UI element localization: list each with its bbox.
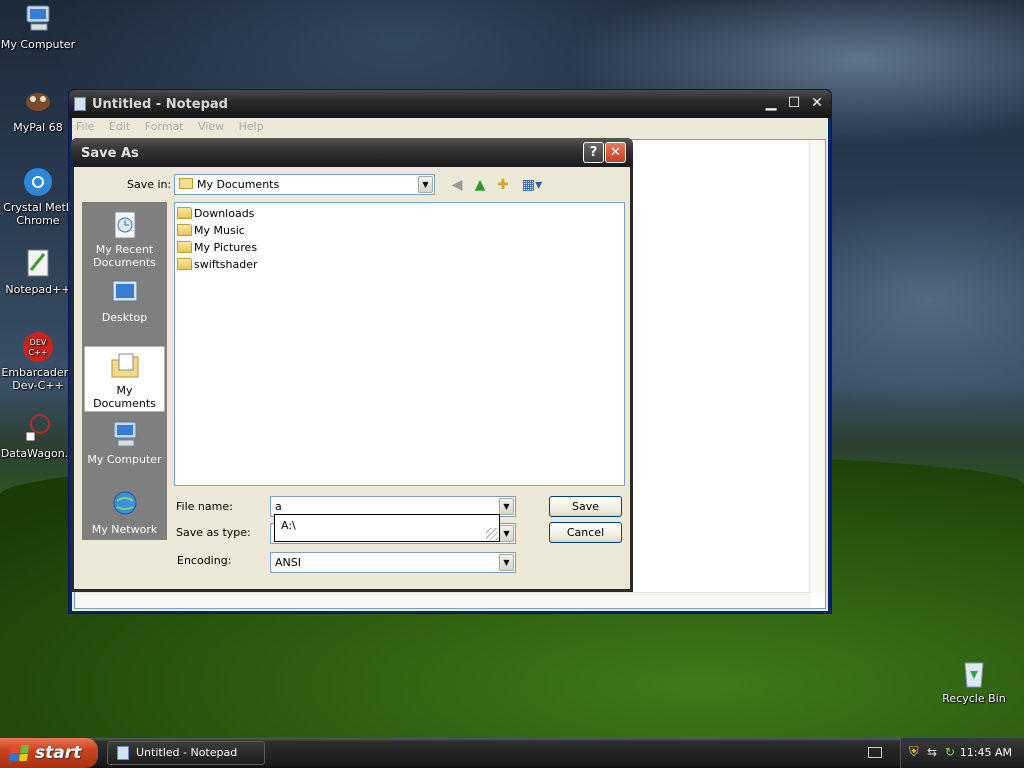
- taskbar-item-label: Untitled - Notepad: [136, 746, 238, 759]
- folder-icon: [177, 241, 192, 253]
- recycle-bin-icon: [958, 657, 990, 689]
- folder-icon: [177, 207, 192, 219]
- close-icon[interactable]: ✕: [807, 94, 827, 114]
- resize-grip-icon[interactable]: [486, 528, 498, 540]
- notepad-window-controls: ▁ ☐ ✕: [761, 94, 827, 114]
- place-my-documents[interactable]: My Documents: [84, 346, 165, 412]
- encoding-value: ANSI: [275, 556, 301, 569]
- folder-icon: [177, 224, 192, 236]
- autocomplete-list[interactable]: A:\: [274, 514, 500, 542]
- computer-icon: [22, 3, 54, 35]
- clock[interactable]: 11:45 AM: [960, 746, 1012, 759]
- system-tray: ⛨ ⇆ ↻ 11:45 AM: [900, 738, 1024, 768]
- dialog-title: Save As: [81, 146, 139, 161]
- desktop-icon-recycle-bin[interactable]: Recycle Bin: [936, 657, 1012, 705]
- minimize-icon[interactable]: ▁: [761, 94, 781, 114]
- autocomplete-item[interactable]: A:\: [281, 519, 296, 532]
- devcpp-icon: DEV C++: [22, 331, 54, 363]
- menu-view[interactable]: View: [198, 120, 224, 133]
- menu-help[interactable]: Help: [239, 120, 264, 133]
- save-in-value: My Documents: [197, 178, 280, 191]
- desktop-icon-notepad-plus[interactable]: Notepad++: [0, 248, 76, 296]
- desktop-icon: [109, 277, 141, 309]
- encoding-label: Encoding:: [177, 554, 232, 567]
- file-name-value: a: [275, 500, 282, 513]
- chevron-down-icon[interactable]: ▼: [499, 525, 514, 542]
- desktop-icon-crystal-chrome[interactable]: Crystal Meth Chrome: [0, 166, 76, 227]
- desktop-icon-datawagon[interactable]: DataWagon...: [0, 412, 76, 460]
- start-button[interactable]: start: [0, 738, 98, 768]
- save-in-dropdown[interactable]: My Documents ▼: [174, 174, 435, 195]
- desktop-icon-my-computer[interactable]: My Computer: [0, 3, 76, 51]
- svg-text:DEV: DEV: [30, 338, 47, 347]
- file-list[interactable]: Downloads My Music My Pictures swiftshad…: [174, 202, 625, 486]
- file-name-label: File name:: [176, 500, 233, 513]
- computer-icon: [109, 419, 141, 451]
- chevron-down-icon[interactable]: ▼: [418, 176, 433, 193]
- vertical-scrollbar[interactable]: [809, 140, 825, 593]
- desktop-icon-devcpp[interactable]: DEV C++ Embarcadero Dev-C++: [0, 331, 76, 392]
- place-my-computer[interactable]: My Computer: [84, 416, 165, 482]
- chevron-down-icon[interactable]: ▼: [499, 554, 514, 571]
- keyboard-icon[interactable]: [868, 747, 882, 758]
- network-connection-icon[interactable]: ⇆: [927, 745, 937, 759]
- menu-file[interactable]: File: [76, 120, 94, 133]
- save-as-title-bar[interactable]: Save As: [71, 138, 633, 167]
- notepad-icon: [117, 746, 129, 760]
- back-icon[interactable]: ◀: [448, 176, 466, 194]
- notepad-plus-icon: [22, 248, 54, 280]
- save-button[interactable]: Save: [549, 496, 622, 517]
- menu-format[interactable]: Format: [145, 120, 184, 133]
- places-bar: My Recent Documents Desktop My Documents…: [82, 202, 167, 540]
- sync-icon[interactable]: ↻: [945, 745, 955, 759]
- place-my-network[interactable]: My Network: [84, 486, 165, 552]
- folder-icon: [177, 258, 192, 270]
- menu-edit[interactable]: Edit: [109, 120, 130, 133]
- save-as-type-label: Save as type:: [176, 526, 251, 539]
- folder-icon: [179, 178, 193, 189]
- list-item[interactable]: Downloads: [177, 205, 254, 221]
- horizontal-scrollbar[interactable]: [75, 592, 811, 608]
- list-item[interactable]: My Music: [177, 222, 245, 238]
- desktop: My Computer MyPal 68 Crystal Meth Chrome…: [0, 0, 1024, 738]
- notepad-title: Untitled - Notepad: [92, 97, 228, 112]
- save-as-dialog[interactable]: Save As ? ✕ Save in: My Documents ▼ ◀ ▲ …: [71, 138, 633, 592]
- chrome-icon: [22, 166, 54, 198]
- my-documents-icon: [109, 350, 141, 382]
- desktop-icon-mypal[interactable]: MyPal 68: [0, 86, 76, 134]
- security-shield-icon[interactable]: ⛨: [909, 745, 919, 760]
- datawagon-icon: [22, 412, 54, 444]
- save-in-label: Save in:: [127, 178, 172, 191]
- up-folder-icon[interactable]: ▲: [471, 176, 489, 194]
- taskbar: start Untitled - Notepad ⛨ ⇆ ↻ 11:45 AM: [0, 738, 1024, 768]
- notepad-icon: [74, 97, 86, 111]
- encoding-dropdown[interactable]: ANSI ▼: [270, 552, 516, 573]
- list-item[interactable]: swiftshader: [177, 256, 258, 272]
- start-label: start: [35, 743, 82, 763]
- dialog-close-button[interactable]: ✕: [605, 142, 626, 163]
- network-icon: [109, 489, 141, 521]
- list-item[interactable]: My Pictures: [177, 239, 257, 255]
- chevron-down-icon[interactable]: ▼: [499, 498, 514, 515]
- place-desktop[interactable]: Desktop: [84, 274, 165, 340]
- recent-documents-icon: [109, 209, 141, 241]
- maximize-icon[interactable]: ☐: [784, 94, 804, 114]
- help-button[interactable]: ?: [583, 142, 604, 163]
- notepad-title-bar[interactable]: Untitled - Notepad: [69, 90, 831, 118]
- windows-logo-icon: [8, 745, 30, 761]
- notepad-menu-bar: File Edit Format View Help: [72, 118, 828, 137]
- mypal-icon: [22, 86, 54, 118]
- place-my-recent-documents[interactable]: My Recent Documents: [84, 206, 165, 272]
- view-menu-icon[interactable]: ▦▾: [519, 176, 545, 194]
- cancel-button[interactable]: Cancel: [549, 522, 622, 543]
- svg-text:C++: C++: [29, 348, 48, 357]
- taskbar-item-notepad[interactable]: Untitled - Notepad: [107, 741, 265, 765]
- new-folder-icon[interactable]: ✚: [494, 176, 512, 194]
